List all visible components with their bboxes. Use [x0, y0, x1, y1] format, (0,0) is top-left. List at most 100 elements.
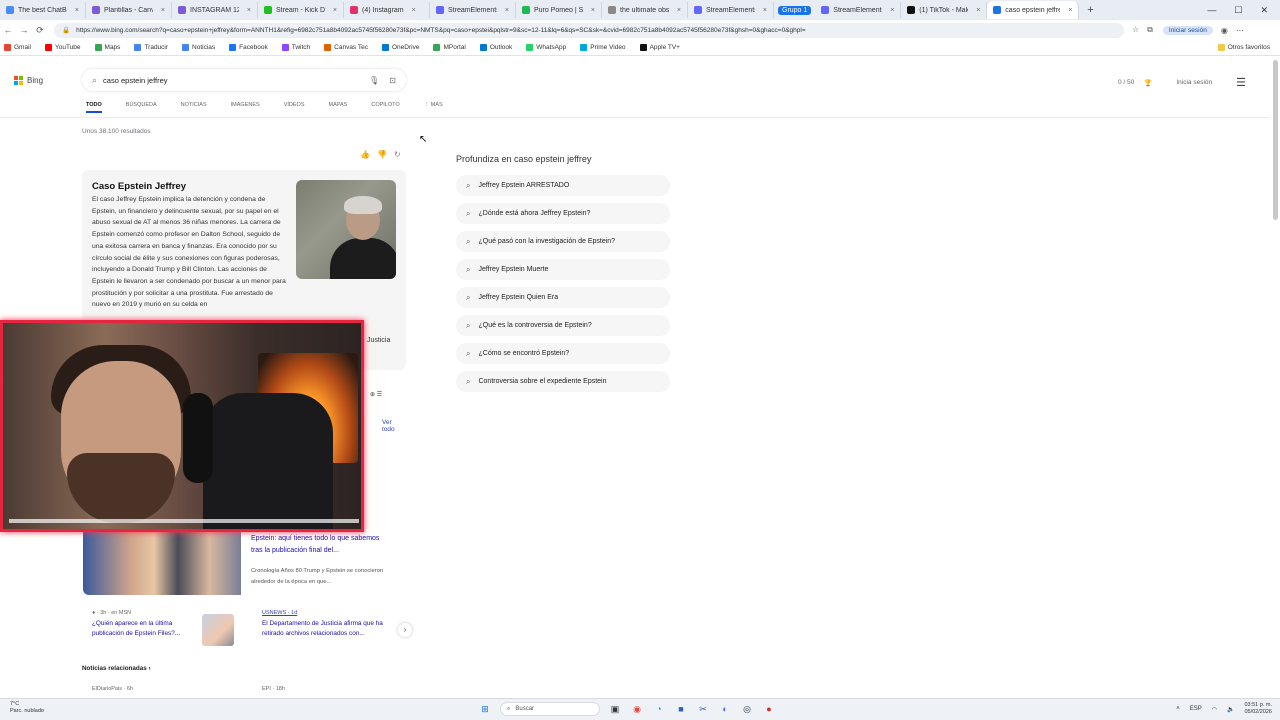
- bookmark-item[interactable]: Traducir: [134, 44, 168, 51]
- search-tab[interactable]: VÍDEOS: [284, 102, 305, 113]
- search-tab[interactable]: COPILOTO: [371, 102, 399, 113]
- search-tab[interactable]: TODO: [86, 102, 102, 113]
- search-tab[interactable]: MAPAS: [329, 102, 348, 113]
- tab-close-icon[interactable]: ×: [677, 7, 681, 14]
- bookmark-item[interactable]: Gmail: [4, 44, 31, 51]
- taskbar-search[interactable]: ⌕ Buscar: [500, 702, 600, 716]
- related-search-item[interactable]: ⌕ Jeffrey Epstein ARRESTADO: [456, 175, 670, 196]
- bookmark-item[interactable]: Prime Video: [580, 44, 626, 51]
- bookmark-item[interactable]: Twitch: [281, 44, 310, 51]
- bookmark-item[interactable]: Apple TV+: [639, 44, 680, 51]
- tab-close-icon[interactable]: ×: [412, 7, 416, 14]
- share-icon[interactable]: ↻: [394, 150, 401, 159]
- volume-icon[interactable]: 🔈: [1227, 706, 1234, 713]
- bookmark-star-icon[interactable]: ☆: [1132, 25, 1139, 35]
- related-search-item[interactable]: ⌕ Jeffrey Epstein Quien Era: [456, 287, 670, 308]
- mini-news-item[interactable]: ● · 3h · en MSN ¿Quién aparece en la últ…: [92, 610, 238, 654]
- browser-signin-chip[interactable]: Iniciar sesión: [1162, 25, 1213, 35]
- bookmark-item[interactable]: Outlook: [479, 44, 512, 51]
- visual-search-icon[interactable]: ⊡: [389, 76, 396, 85]
- tab-close-icon[interactable]: ×: [161, 7, 165, 14]
- chrome-icon[interactable]: ◉: [630, 702, 644, 716]
- rewards-count[interactable]: 0 / 50: [1118, 79, 1134, 86]
- hamburger-menu-icon[interactable]: ☰: [1236, 76, 1246, 89]
- related-search-item[interactable]: ⌕ Jeffrey Epstein Muerte: [456, 259, 670, 280]
- edge-icon[interactable]: ◔: [652, 702, 666, 716]
- close-icon[interactable]: ✕: [1260, 5, 1268, 16]
- browser-tab[interactable]: StreamElements - Multi ×: [815, 2, 902, 18]
- more-menu-icon[interactable]: ⋯: [1236, 26, 1244, 35]
- tab-close-icon[interactable]: ×: [1068, 7, 1072, 14]
- browser-tab[interactable]: the ultimate obs plugin ×: [602, 2, 688, 18]
- minimize-icon[interactable]: —: [1207, 5, 1216, 16]
- search-query[interactable]: caso epstein jeffrey: [103, 76, 167, 85]
- weather-widget[interactable]: 7°C Parc. nublado: [10, 701, 44, 715]
- obs-icon[interactable]: ●: [762, 702, 776, 716]
- browser-tab[interactable]: (4) Instagram ×: [344, 2, 430, 18]
- tab-close-icon[interactable]: ×: [763, 7, 767, 14]
- bookmark-item[interactable]: MPortal: [433, 44, 466, 51]
- mini-news-title[interactable]: ¿Quién aparece en la última publicación …: [92, 619, 192, 639]
- extensions-icon[interactable]: ⧉: [1147, 25, 1153, 35]
- wifi-icon[interactable]: ◠: [1212, 706, 1217, 713]
- rewards-trophy-icon[interactable]: 🏆: [1144, 79, 1152, 87]
- ver-todo-link[interactable]: Ver todo: [382, 419, 406, 433]
- page-scrollbar[interactable]: [1273, 60, 1278, 220]
- browser-tab[interactable]: INSTAGRAM 1200 × 1 ×: [172, 2, 258, 18]
- related-source[interactable]: ElDiarioPais · 6h: [92, 686, 133, 692]
- thumbs-up-icon[interactable]: 👍: [360, 150, 370, 159]
- windows-start-icon[interactable]: ⊞: [478, 702, 492, 716]
- profile-icon[interactable]: ◉: [1221, 26, 1228, 35]
- search-box[interactable]: ⌕ caso epstein jeffrey 🎙 ⊡: [82, 69, 406, 91]
- discord-icon[interactable]: ◐: [718, 702, 732, 716]
- explorer-icon[interactable]: ■: [674, 702, 688, 716]
- maximize-icon[interactable]: ☐: [1234, 5, 1242, 16]
- tab-group-chip[interactable]: Grupo 1: [778, 5, 812, 15]
- bing-logo[interactable]: Bing: [14, 76, 43, 85]
- steam-icon[interactable]: ◎: [740, 702, 754, 716]
- search-tab[interactable]: NOTICIAS: [181, 102, 207, 113]
- tools-icon[interactable]: ✂: [696, 702, 710, 716]
- mini-news-thumbnail[interactable]: [202, 614, 234, 646]
- browser-tab[interactable]: Stream - Kick Dashboard ×: [258, 2, 344, 18]
- bookmark-item[interactable]: WhatsApp: [526, 44, 566, 51]
- related-search-item[interactable]: ⌕ ¿Cómo se encontró Epstein?: [456, 343, 670, 364]
- language-indicator[interactable]: ESP: [1190, 706, 1202, 712]
- microphone-icon[interactable]: 🎙: [369, 76, 379, 85]
- new-tab-button[interactable]: +: [1079, 4, 1101, 16]
- related-search-item[interactable]: ⌕ Controversia sobre el expediente Epstei…: [456, 371, 670, 392]
- browser-tab[interactable]: Puro Pomeo | Spotify Fo ×: [516, 2, 602, 18]
- forward-icon[interactable]: →: [16, 25, 32, 35]
- bookmark-item[interactable]: Canvas Tec: [324, 44, 368, 51]
- related-source[interactable]: EPI · 18h: [262, 686, 285, 692]
- related-search-item[interactable]: ⌕ ¿Qué pasó con la investigación de Epste…: [456, 231, 670, 252]
- task-view-icon[interactable]: ▣: [608, 702, 622, 716]
- knowledge-panel-image[interactable]: [296, 180, 396, 279]
- bookmark-item[interactable]: Noticias: [182, 44, 215, 51]
- tab-close-icon[interactable]: ×: [75, 7, 79, 14]
- signin-link[interactable]: Inicia sesión: [1176, 79, 1212, 86]
- browser-tab[interactable]: Plantillas - Canva ×: [86, 2, 172, 18]
- search-tab[interactable]: IMÁGENES: [231, 102, 260, 113]
- bookmark-item[interactable]: OneDrive: [381, 44, 419, 51]
- tray-chevron-icon[interactable]: ˄: [1176, 706, 1180, 712]
- news-title[interactable]: Epstein: aquí tienes todo lo que sabemos…: [251, 533, 391, 557]
- tab-close-icon[interactable]: ×: [591, 7, 595, 14]
- tab-close-icon[interactable]: ×: [247, 7, 251, 14]
- browser-tab[interactable]: StreamElements SE.Live ×: [688, 2, 774, 18]
- browser-tab[interactable]: caso epstein jeffrey - B ×: [987, 1, 1080, 19]
- tab-close-icon[interactable]: ×: [505, 7, 509, 14]
- browser-tab[interactable]: (1) TikTok - Make Your D ×: [901, 2, 988, 18]
- tab-close-icon[interactable]: ×: [890, 7, 894, 14]
- back-icon[interactable]: ←: [0, 25, 16, 35]
- other-bookmarks[interactable]: Otros favoritos: [1217, 44, 1270, 51]
- related-news-heading[interactable]: Noticias relacionadas ›: [82, 665, 151, 672]
- carousel-next-button[interactable]: ›: [398, 623, 412, 637]
- thumbs-down-icon[interactable]: 👎: [377, 150, 387, 159]
- news-image[interactable]: [83, 528, 241, 595]
- clock[interactable]: 03:51 p. m. 05/02/2026: [1244, 702, 1272, 716]
- bookmark-item[interactable]: YouTube: [44, 44, 81, 51]
- address-bar[interactable]: 🔒 https://www.bing.com/search?q=caso+eps…: [54, 22, 1124, 38]
- mini-news-item[interactable]: USNEWS · 1d El Departamento de Justicia …: [262, 610, 408, 654]
- tab-close-icon[interactable]: ×: [976, 7, 980, 14]
